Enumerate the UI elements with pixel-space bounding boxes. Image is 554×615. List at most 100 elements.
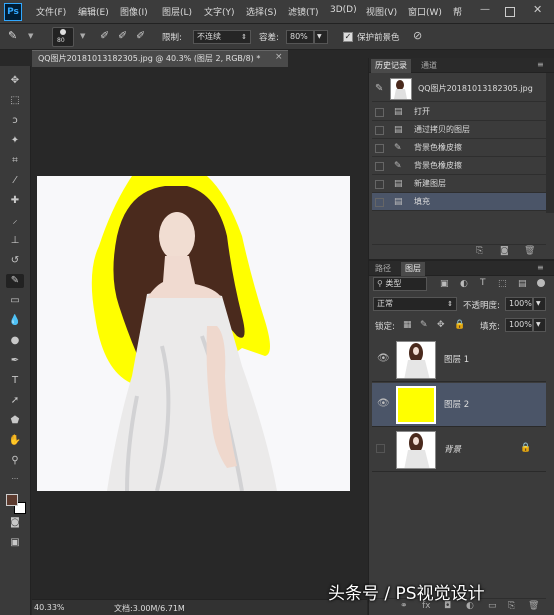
menu-window[interactable]: 窗口(W) <box>408 5 442 18</box>
history-brush-tool-icon[interactable]: ↺ <box>6 254 24 268</box>
filter-toggle-icon[interactable] <box>537 279 545 287</box>
close-document-icon[interactable]: × <box>275 52 283 62</box>
magic-wand-tool-icon[interactable]: ✦ <box>6 134 24 148</box>
tab-channels[interactable]: 通道 <box>417 59 441 73</box>
filter-smart-object-icon[interactable]: ▤ <box>518 279 527 289</box>
close-icon[interactable]: ✕ <box>533 3 542 16</box>
menu-type[interactable]: 文字(Y) <box>204 5 235 18</box>
history-item[interactable]: ▤ 新建图层 <box>372 175 546 193</box>
type-tool-icon[interactable]: T <box>6 374 24 388</box>
lock-transparent-icon[interactable]: ▦ <box>403 320 412 330</box>
tolerance-dropdown[interactable]: ▼ <box>314 30 328 44</box>
new-document-from-state-icon[interactable]: ⎘ <box>476 246 483 256</box>
visibility-off-box[interactable] <box>376 444 385 453</box>
background-eraser-tool-icon[interactable]: ✎ <box>8 29 17 42</box>
layer-name[interactable]: 背景 <box>444 443 461 455</box>
history-source-box[interactable] <box>375 198 384 207</box>
foreground-color-swatch[interactable] <box>6 494 18 506</box>
history-item[interactable]: ▤ 填充 <box>372 193 546 211</box>
menu-help[interactable]: 帮 <box>453 5 462 18</box>
healing-brush-tool-icon[interactable]: ✚ <box>6 194 24 208</box>
pen-tool-icon[interactable]: ✒ <box>6 354 24 368</box>
minimize-icon[interactable]: — <box>480 4 490 15</box>
camera-snapshot-icon[interactable]: ◙ <box>500 246 509 256</box>
maximize-icon[interactable] <box>505 7 515 17</box>
layer-name[interactable]: 图层 2 <box>444 398 469 410</box>
menu-view[interactable]: 视图(V) <box>366 5 397 18</box>
history-source-box[interactable] <box>375 126 384 135</box>
new-group-icon[interactable]: ▭ <box>488 601 497 611</box>
tab-layers[interactable]: 图层 <box>401 262 425 276</box>
shape-tool-icon[interactable]: ⬟ <box>6 414 24 428</box>
panel-menu-icon[interactable]: ≡ <box>537 263 544 272</box>
blend-mode-select[interactable]: 正常 ⇕ <box>373 297 457 311</box>
sampling-background-swatch-icon[interactable]: ✐ <box>136 29 145 42</box>
menu-3d[interactable]: 3D(D) <box>330 5 357 15</box>
fill-input[interactable]: 100% <box>505 318 533 332</box>
zoom-level[interactable]: 40.33% <box>34 603 65 612</box>
lock-pixels-icon[interactable]: ✎ <box>420 320 428 330</box>
quick-mask-icon[interactable]: ◙ <box>6 516 24 530</box>
menu-edit[interactable]: 编辑(E) <box>78 5 109 18</box>
pressure-size-icon[interactable]: ⊘ <box>413 29 422 42</box>
document-canvas[interactable] <box>37 176 350 491</box>
history-source-box[interactable] <box>375 162 384 171</box>
history-item[interactable]: ▤ 打开 <box>372 103 546 121</box>
history-snapshot[interactable]: ✎ QQ图片20181013182305.jpg <box>372 76 546 102</box>
lock-position-icon[interactable]: ✥ <box>437 320 445 330</box>
dodge-tool-icon[interactable]: ● <box>6 334 24 348</box>
marquee-tool-icon[interactable]: ⬚ <box>6 94 24 108</box>
history-source-box[interactable] <box>375 144 384 153</box>
crop-tool-icon[interactable]: ⌗ <box>6 154 24 168</box>
menu-filter[interactable]: 滤镜(T) <box>288 5 319 18</box>
document-tab[interactable]: QQ图片20181013182305.jpg @ 40.3% (图层 2, RG… <box>32 50 288 67</box>
gradient-tool-icon[interactable]: ▭ <box>6 294 24 308</box>
layer-row-layer-1[interactable]: 👁 图层 1 <box>372 338 546 382</box>
tab-history[interactable]: 历史记录 <box>371 59 411 73</box>
brush-preset-picker[interactable]: 80 <box>52 27 74 47</box>
history-brush-source-icon[interactable]: ✎ <box>375 83 383 94</box>
sampling-once-icon[interactable]: ✐ <box>118 29 127 42</box>
limit-select[interactable]: 不连续 ⇕ <box>193 30 251 44</box>
history-scrollbar[interactable] <box>546 73 554 213</box>
menu-select[interactable]: 选择(S) <box>246 5 277 18</box>
menu-layer[interactable]: 图层(L) <box>162 5 192 18</box>
new-layer-icon[interactable]: ⎘ <box>508 601 515 611</box>
hand-tool-icon[interactable]: ✋ <box>6 434 24 448</box>
tolerance-input[interactable]: 80% <box>286 30 314 44</box>
chevron-down-icon[interactable]: ▼ <box>80 32 85 40</box>
fill-dropdown[interactable]: ▼ <box>533 318 546 332</box>
screen-mode-icon[interactable]: ▣ <box>6 536 24 550</box>
history-item[interactable]: ✎ 背景色橡皮擦 <box>372 157 546 175</box>
move-tool-icon[interactable]: ✥ <box>6 74 24 88</box>
filter-adjustment-icon[interactable]: ◐ <box>460 279 468 289</box>
history-source-box[interactable] <box>375 180 384 189</box>
brush-tool-icon[interactable]: ⸝ <box>6 214 24 228</box>
trash-icon[interactable]: 🗑 <box>528 601 539 611</box>
layer-row-background[interactable]: 背景 🔒 <box>372 428 546 472</box>
filter-shape-icon[interactable]: ⬚ <box>498 279 507 289</box>
eye-visibility-icon[interactable]: 👁 <box>377 353 390 364</box>
menu-file[interactable]: 文件(F) <box>36 5 66 18</box>
background-eraser-tool-icon[interactable]: ✎ <box>6 274 24 288</box>
sampling-continuous-icon[interactable]: ✐ <box>100 29 109 42</box>
path-selection-tool-icon[interactable]: ➚ <box>6 394 24 408</box>
tab-paths[interactable]: 路径 <box>371 262 395 276</box>
layer-row-layer-2[interactable]: 👁 图层 2 <box>372 383 546 427</box>
history-item[interactable]: ✎ 背景色橡皮擦 <box>372 139 546 157</box>
layer-name[interactable]: 图层 1 <box>444 353 469 365</box>
history-source-box[interactable] <box>375 108 384 117</box>
chevron-down-icon[interactable]: ▼ <box>28 32 33 40</box>
protect-foreground-checkbox[interactable]: ✓ <box>343 32 353 42</box>
eyedropper-tool-icon[interactable]: ⁄ <box>6 174 24 188</box>
zoom-tool-icon[interactable]: ⚲ <box>6 454 24 468</box>
lasso-tool-icon[interactable]: ↄ <box>6 114 24 128</box>
clone-stamp-tool-icon[interactable]: ⊥ <box>6 234 24 248</box>
panel-menu-icon[interactable]: ≡ <box>537 60 544 69</box>
opacity-dropdown[interactable]: ▼ <box>533 297 546 311</box>
trash-icon[interactable]: 🗑 <box>524 246 535 256</box>
more-tools-icon[interactable]: ··· <box>6 472 24 486</box>
menu-image[interactable]: 图像(I) <box>120 5 148 18</box>
lock-all-icon[interactable]: 🔒 <box>454 320 465 330</box>
filter-type-icon[interactable]: T <box>480 278 486 288</box>
